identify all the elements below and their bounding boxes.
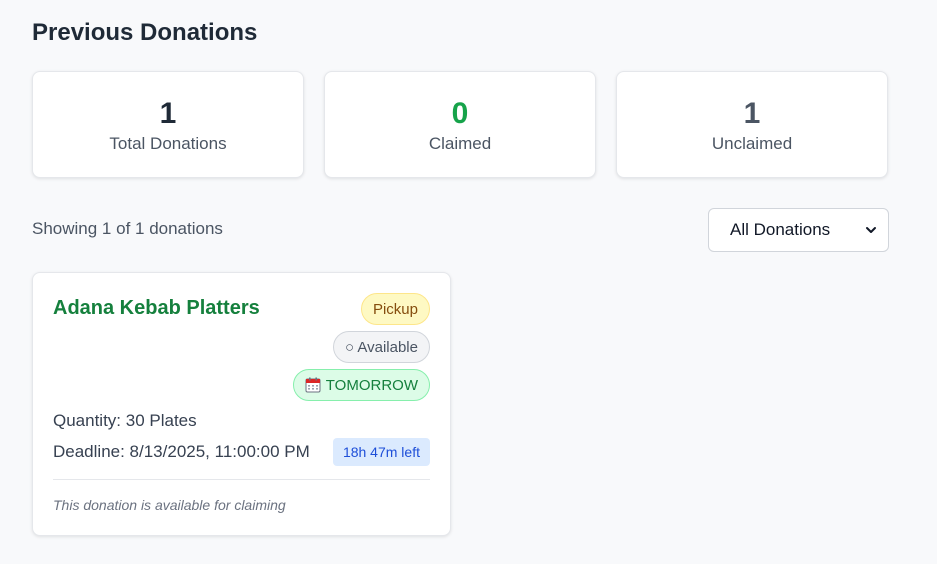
stat-card-claimed: 0 Claimed — [324, 71, 596, 178]
calendar-icon — [305, 377, 321, 393]
stat-unclaimed-label: Unclaimed — [711, 133, 793, 153]
donation-filter-select[interactable]: All Donations — [708, 208, 889, 252]
stat-claimed-value: 0 — [451, 96, 469, 130]
chevron-down-icon — [866, 227, 876, 233]
stat-total-value: 1 — [159, 96, 177, 130]
time-left-badge: 18h 47m left — [332, 438, 430, 466]
date-badge: TOMORROW — [292, 369, 430, 401]
status-badge: ○ Available — [332, 331, 430, 363]
deadline-row: Deadline: 8/13/2025, 11:00:00 PM 18h 47m… — [53, 438, 430, 466]
stat-card-total: 1 Total Donations — [32, 71, 304, 178]
stats-row: 1 Total Donations 0 Claimed 1 Unclaimed — [32, 71, 888, 178]
page-title: Previous Donations — [32, 19, 258, 46]
donation-title: Adana Kebab Platters — [53, 297, 260, 319]
donation-badges: Pickup ○ Available TOMORROW — [292, 293, 430, 401]
stat-total-label: Total Donations — [109, 133, 227, 153]
page: Previous Donations 1 Total Donations 0 C… — [0, 0, 937, 564]
donation-card[interactable]: Adana Kebab Platters Pickup ○ Available … — [32, 272, 451, 536]
results-count: Showing 1 of 1 donations — [32, 219, 223, 238]
date-badge-label: TOMORROW — [325, 376, 418, 394]
filter-selected-value: All Donations — [730, 220, 831, 239]
card-divider — [53, 479, 430, 480]
donation-quantity: Quantity: 30 Plates — [53, 411, 197, 430]
stat-claimed-label: Claimed — [428, 133, 492, 153]
donation-deadline: Deadline: 8/13/2025, 11:00:00 PM — [53, 442, 310, 461]
stat-unclaimed-value: 1 — [743, 96, 761, 130]
pickup-badge: Pickup — [360, 293, 430, 325]
stat-card-unclaimed: 1 Unclaimed — [616, 71, 888, 178]
availability-note: This donation is available for claiming — [53, 497, 286, 513]
